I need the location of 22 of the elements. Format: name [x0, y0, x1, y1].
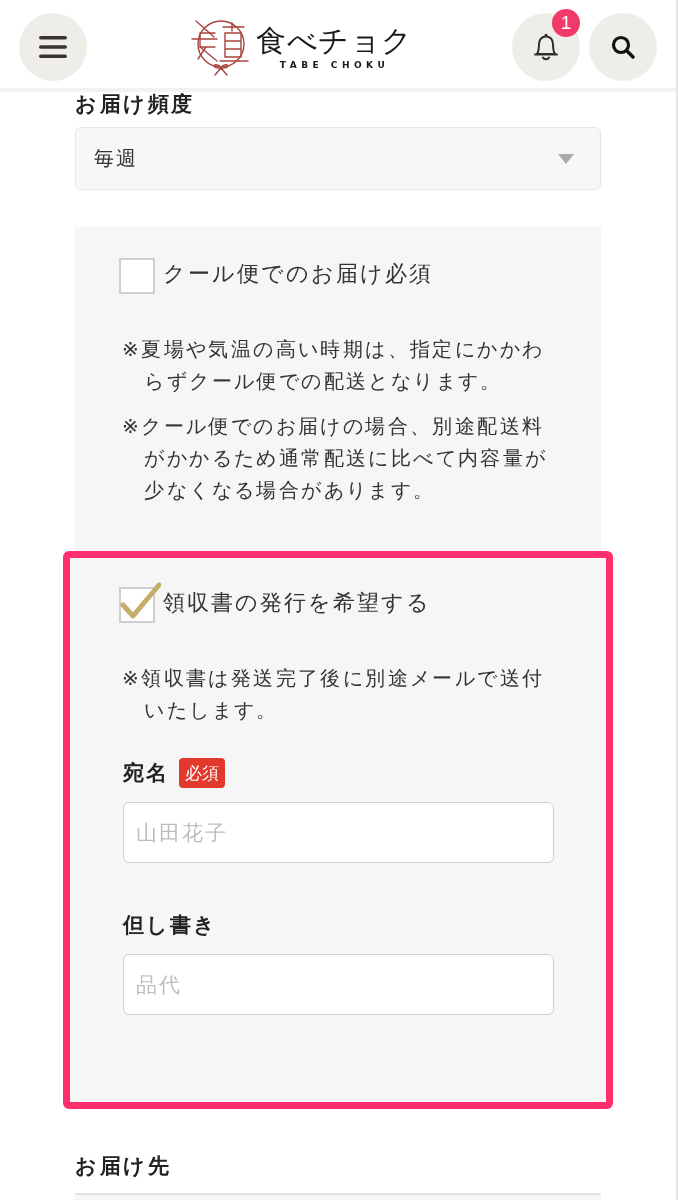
frequency-select[interactable]: 毎週 — [75, 127, 601, 190]
checkbox-label[interactable]: 領収書の発行を希望する — [163, 588, 431, 618]
checkbox[interactable] — [119, 579, 161, 623]
section-heading: お届け先 — [75, 1154, 171, 1178]
field-label: 宛名 — [123, 760, 169, 787]
checkbox-label[interactable]: クール便でのお届け必須 — [163, 259, 433, 289]
logo-wordmark: 食べチョク — [256, 23, 413, 59]
notification-badge: 1 — [552, 9, 580, 37]
logo-subtitle: TABE CHOKU — [279, 59, 390, 71]
bell-icon — [533, 33, 559, 61]
logo-emblem-icon — [190, 17, 251, 77]
note-text: ※領収書は発送完了後に別途メールで送付いたします。 — [122, 665, 546, 724]
text-input[interactable]: 品代 — [123, 954, 554, 1015]
menu-icon — [39, 36, 67, 58]
search-icon — [611, 35, 635, 59]
section-heading: お届け頻度 — [75, 92, 195, 116]
text-input[interactable]: 山田花子 — [123, 802, 554, 863]
required-badge: 必須 — [179, 758, 225, 788]
note-text: ※クール便でのお届けの場合、別途配送料がかかるため通常配送に比べて内容量が少なくなる場合があります。 — [122, 413, 549, 504]
note-text: ※夏場や気温の高い時期は、指定にかかわらずクール便での配送となります。 — [122, 336, 546, 395]
dropdown-caret-icon — [558, 153, 574, 164]
field-label: 但し書き — [123, 912, 217, 939]
